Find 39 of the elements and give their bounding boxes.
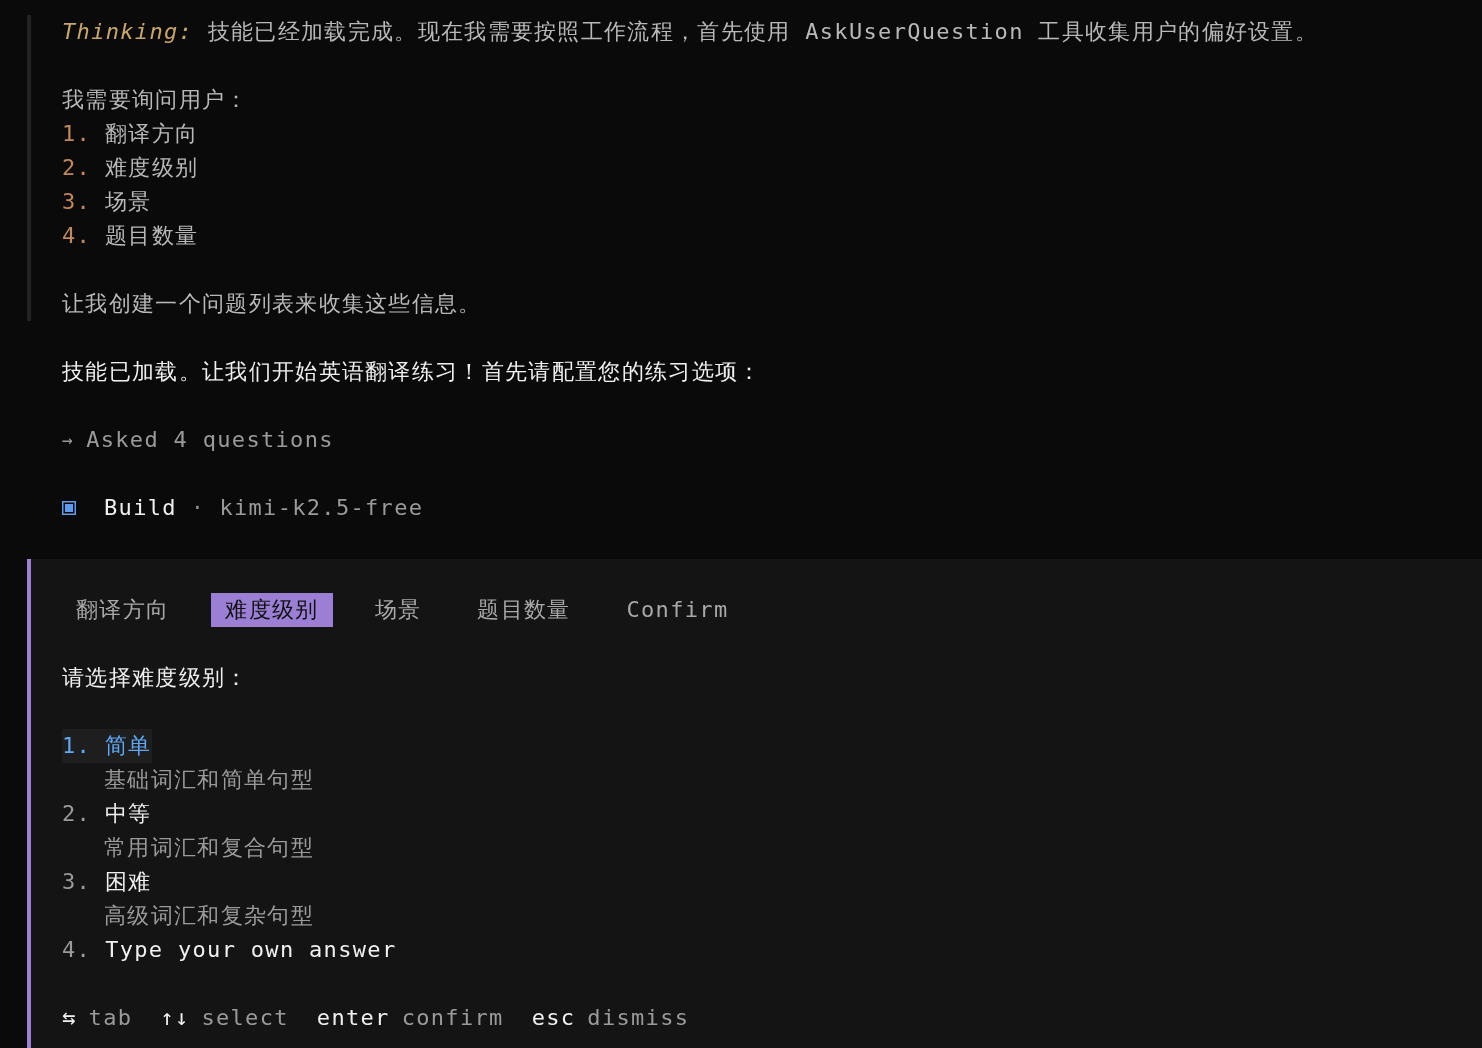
key-hint: ↑↓ [160,1004,190,1032]
list-item: 翻译方向 [105,120,199,148]
question-tab[interactable]: 场景 [360,593,436,627]
thinking-closing: 让我创建一个问题列表来收集这些信息。 [62,290,482,318]
list-item: 题目数量 [105,222,199,250]
arrow-icon: → [62,423,75,457]
option-description: 基础词汇和简单句型 [103,766,314,794]
list-item: 难度级别 [105,154,199,182]
list-number: 3. [62,188,92,216]
model-name: kimi-k2.5-free [219,494,424,522]
hint-action: select [201,1004,289,1032]
square-icon [62,501,76,515]
question-tab[interactable]: Confirm [612,593,743,627]
question-tab[interactable]: 难度级别 [211,593,333,627]
list-number: 4. [62,222,92,250]
assistant-message: 技能已加载。让我们开始英语翻译练习！首先请配置您的练习选项： [62,358,762,386]
thinking-heading: 我需要询问用户： [62,86,249,114]
question-tab[interactable]: 题目数量 [463,593,585,627]
option-item[interactable]: 4. Type your own answer [62,933,397,967]
list-item: 场景 [105,188,152,216]
thinking-text: Thinking: 技能已经加载完成。现在我需要按照工作流程，首先使用 AskUserQuestion 工具收集用户的偏好设置。 [62,18,1320,46]
option-item[interactable]: 1. 简单 [62,729,152,763]
question-prompt: 请选择难度级别： [62,664,249,692]
key-hint: esc [531,1004,576,1032]
separator-dot: · [190,494,206,522]
option-description: 高级词汇和复杂句型 [103,902,314,930]
list-number: 2. [62,154,92,182]
tool-call-text: Asked 4 questions [86,426,334,454]
question-tab[interactable]: 翻译方向 [62,593,184,627]
agent-mode: Build [104,494,177,522]
option-description: 常用词汇和复合句型 [103,834,314,862]
hint-action: dismiss [587,1004,690,1032]
hint-action: tab [88,1004,133,1032]
option-item[interactable]: 2. 中等 [62,797,152,831]
key-hint: ⇆ [62,1004,77,1032]
option-item[interactable]: 3. 困难 [62,865,152,899]
hint-action: confirm [401,1004,504,1032]
key-hint: enter [316,1004,390,1032]
list-number: 1. [62,120,92,148]
